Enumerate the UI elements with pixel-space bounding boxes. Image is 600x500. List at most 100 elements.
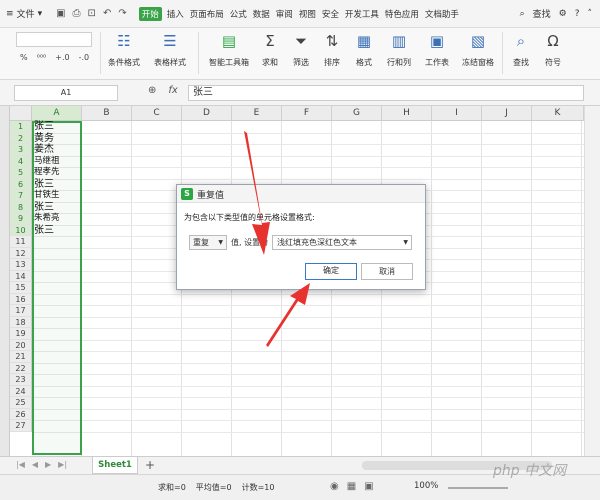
redo-icon[interactable]: ↷ [118,8,126,19]
sort-button[interactable]: ⇅ 排序 [318,31,346,68]
thousands-icon[interactable]: ⁰⁰⁰ [37,53,47,62]
row-header-10[interactable]: 10 [10,224,32,236]
select-all-corner[interactable] [10,106,32,121]
column-header-i[interactable]: I [432,106,482,121]
fx-icon[interactable]: fx [168,85,177,96]
column-header-b[interactable]: B [82,106,132,121]
conditional-format-button[interactable]: ☷ 条件格式 [102,31,146,68]
cell-a5[interactable]: 程孝先 [34,167,60,179]
ok-button[interactable]: 确定 [305,263,357,280]
row-header-24[interactable]: 24 [10,385,32,397]
row-header-14[interactable]: 14 [10,270,32,282]
next-sheet-icon[interactable]: ▶ [45,460,51,469]
cell-a8[interactable]: 张三 [34,202,54,214]
page-view-icon[interactable]: ▣ [364,481,373,492]
row-header-15[interactable]: 15 [10,282,32,294]
value-type-select[interactable]: 重复 ▼ [189,235,227,250]
cell-a3[interactable]: 姜杰 [34,144,54,156]
row-header-11[interactable]: 11 [10,236,32,248]
column-header-f[interactable]: F [282,106,332,121]
increase-decimal-icon[interactable]: +.0 [55,53,69,62]
tab-doc-assistant[interactable]: 文档助手 [424,7,460,21]
tab-developer[interactable]: 开发工具 [344,7,380,21]
tab-page-layout[interactable]: 页面布局 [189,7,225,21]
column-header-g[interactable]: G [332,106,382,121]
column-header-d[interactable]: D [182,106,232,121]
print-preview-icon[interactable]: ⊡ [88,8,96,19]
row-header-3[interactable]: 3 [10,144,32,156]
cell-a9[interactable]: 朱希亮 [34,213,60,225]
row-header-18[interactable]: 18 [10,316,32,328]
formula-input[interactable]: 张三 [188,85,584,101]
help-icon[interactable]: ? [575,9,580,19]
column-header-c[interactable]: C [132,106,182,121]
zoom-icon[interactable]: ⊕ [148,85,156,96]
eye-icon[interactable]: ◉ [330,481,339,492]
row-header-6[interactable]: 6 [10,178,32,190]
add-sheet-icon[interactable]: + [145,458,155,472]
tab-formulas[interactable]: 公式 [229,7,248,21]
name-box[interactable]: A1 [14,85,118,101]
settings-icon[interactable]: ⚙ [559,9,567,19]
tab-data[interactable]: 数据 [252,7,271,21]
zoom-level[interactable]: 100% [414,481,438,491]
row-header-5[interactable]: 5 [10,167,32,179]
cell-a10[interactable]: 张三 [34,225,54,237]
row-header-4[interactable]: 4 [10,155,32,167]
format-select[interactable]: 浅红填充色深红色文本 ▼ [272,235,412,250]
vertical-scrollbar[interactable] [584,106,600,456]
row-header-7[interactable]: 7 [10,190,32,202]
column-header-e[interactable]: E [232,106,282,121]
row-header-1[interactable]: 1 [10,121,32,133]
print-icon[interactable]: ⎙ [73,8,81,19]
tab-features[interactable]: 特色应用 [384,7,420,21]
row-header-13[interactable]: 13 [10,259,32,271]
tab-view[interactable]: 视图 [298,7,317,21]
symbol-button[interactable]: Ω 符号 [538,31,568,68]
row-header-26[interactable]: 26 [10,408,32,420]
search-label[interactable]: 查找 [533,7,551,20]
tab-security[interactable]: 安全 [321,7,340,21]
cell-a1[interactable]: 张三 [34,121,54,133]
cell-a2[interactable]: 黄务 [34,133,54,145]
percent-icon[interactable]: % [20,53,28,62]
worksheet-button[interactable]: ▣ 工作表 [420,31,454,68]
row-header-23[interactable]: 23 [10,374,32,386]
zoom-slider[interactable] [448,487,508,489]
sheet-tab-sheet1[interactable]: Sheet1 [92,457,138,474]
row-header-17[interactable]: 17 [10,305,32,317]
rows-cols-button[interactable]: ▥ 行和列 [382,31,416,68]
freeze-pane-button[interactable]: ▧ 冻结窗格 [458,31,498,68]
chevron-up-icon[interactable]: ˄ [588,9,593,19]
row-header-16[interactable]: 16 [10,293,32,305]
last-sheet-icon[interactable]: ▶| [58,460,67,469]
format-button[interactable]: ▦ 格式 [350,31,378,68]
sum-button[interactable]: Σ 求和 [256,31,284,68]
tab-insert[interactable]: 插入 [166,7,185,21]
row-header-19[interactable]: 19 [10,328,32,340]
tab-home[interactable]: 开始 [138,6,162,21]
column-header-k[interactable]: K [532,106,584,121]
undo-icon[interactable]: ↶ [103,8,111,19]
cell-a6[interactable]: 张三 [34,179,54,191]
row-header-27[interactable]: 27 [10,420,32,432]
row-header-25[interactable]: 25 [10,397,32,409]
cell-a4[interactable]: 马继祖 [34,156,60,168]
filter-button[interactable]: ⏷ 筛选 [287,31,315,68]
row-header-9[interactable]: 9 [10,213,32,225]
row-header-12[interactable]: 12 [10,247,32,259]
first-sheet-icon[interactable]: |◀ [16,460,25,469]
prev-sheet-icon[interactable]: ◀ [32,460,38,469]
table-style-button[interactable]: ☰ 表格样式 [148,31,192,68]
normal-view-icon[interactable]: ▦ [347,481,356,492]
decrease-decimal-icon[interactable]: -.0 [79,53,90,62]
smart-toolbox-button[interactable]: ▤ 智能工具箱 [204,31,254,68]
row-header-20[interactable]: 20 [10,339,32,351]
row-header-22[interactable]: 22 [10,362,32,374]
cancel-button[interactable]: 取消 [361,263,413,280]
number-format-select[interactable] [16,32,92,47]
tab-review[interactable]: 审阅 [275,7,294,21]
cell-a7[interactable]: 甘铁生 [34,190,60,202]
column-header-a[interactable]: A [32,106,82,121]
column-header-j[interactable]: J [482,106,532,121]
